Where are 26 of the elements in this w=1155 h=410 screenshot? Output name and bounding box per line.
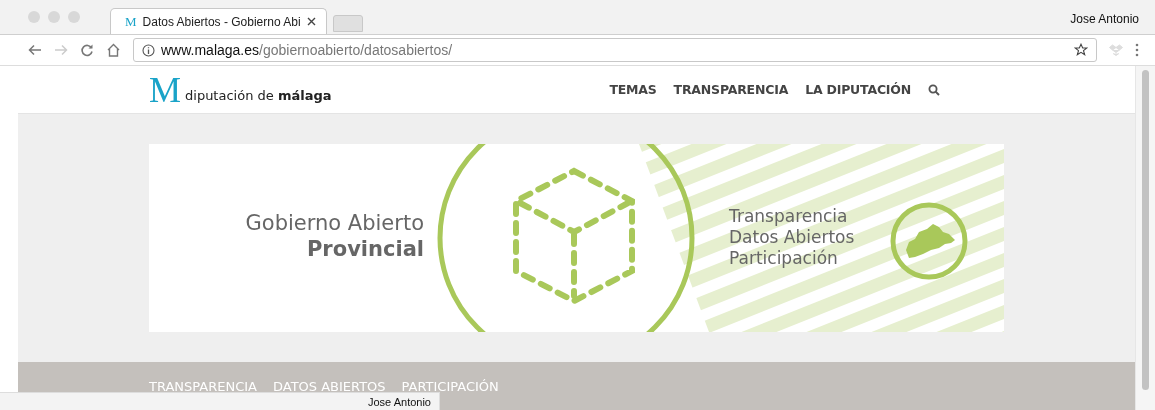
reload-icon[interactable] [80, 43, 94, 57]
banner-item: Participación [729, 248, 839, 269]
profile-name[interactable]: Jose Antonio [1070, 12, 1139, 26]
logo-text[interactable]: diputación de málaga [185, 87, 332, 107]
scrollbar-thumb[interactable] [1142, 70, 1149, 390]
close-icon[interactable] [306, 17, 316, 26]
back-icon[interactable] [28, 43, 42, 57]
banner-subtitle: Provincial [306, 236, 424, 262]
address-bar[interactable]: www.malaga.es/gobiernoabierto/datosabiertos/ [133, 38, 1097, 62]
dashed-cube-icon [513, 167, 635, 305]
browser-tab[interactable]: M Datos Abiertos - Gobierno Abi [110, 8, 327, 34]
status-bubble: Jose Antonio [0, 392, 440, 410]
menu-icon[interactable] [1135, 43, 1139, 57]
nav-link[interactable]: TRANSPARENCIA [673, 82, 789, 97]
province-map-icon [890, 202, 968, 280]
banner-item: Datos Abiertos [729, 227, 855, 248]
banner-title: Gobierno Abierto [245, 210, 424, 236]
star-icon[interactable] [1074, 43, 1088, 57]
url-text: www.malaga.es/gobiernoabierto/datosabiertos/ [161, 42, 454, 58]
home-icon[interactable] [106, 43, 121, 57]
nav-link[interactable]: LA DIPUTACIÓN [805, 82, 911, 97]
favicon-icon: M [125, 13, 137, 30]
search-icon[interactable] [928, 83, 940, 96]
info-icon[interactable] [142, 43, 155, 57]
nav-link[interactable]: TEMAS [609, 82, 657, 97]
banner-item: Transparencia [729, 206, 849, 227]
